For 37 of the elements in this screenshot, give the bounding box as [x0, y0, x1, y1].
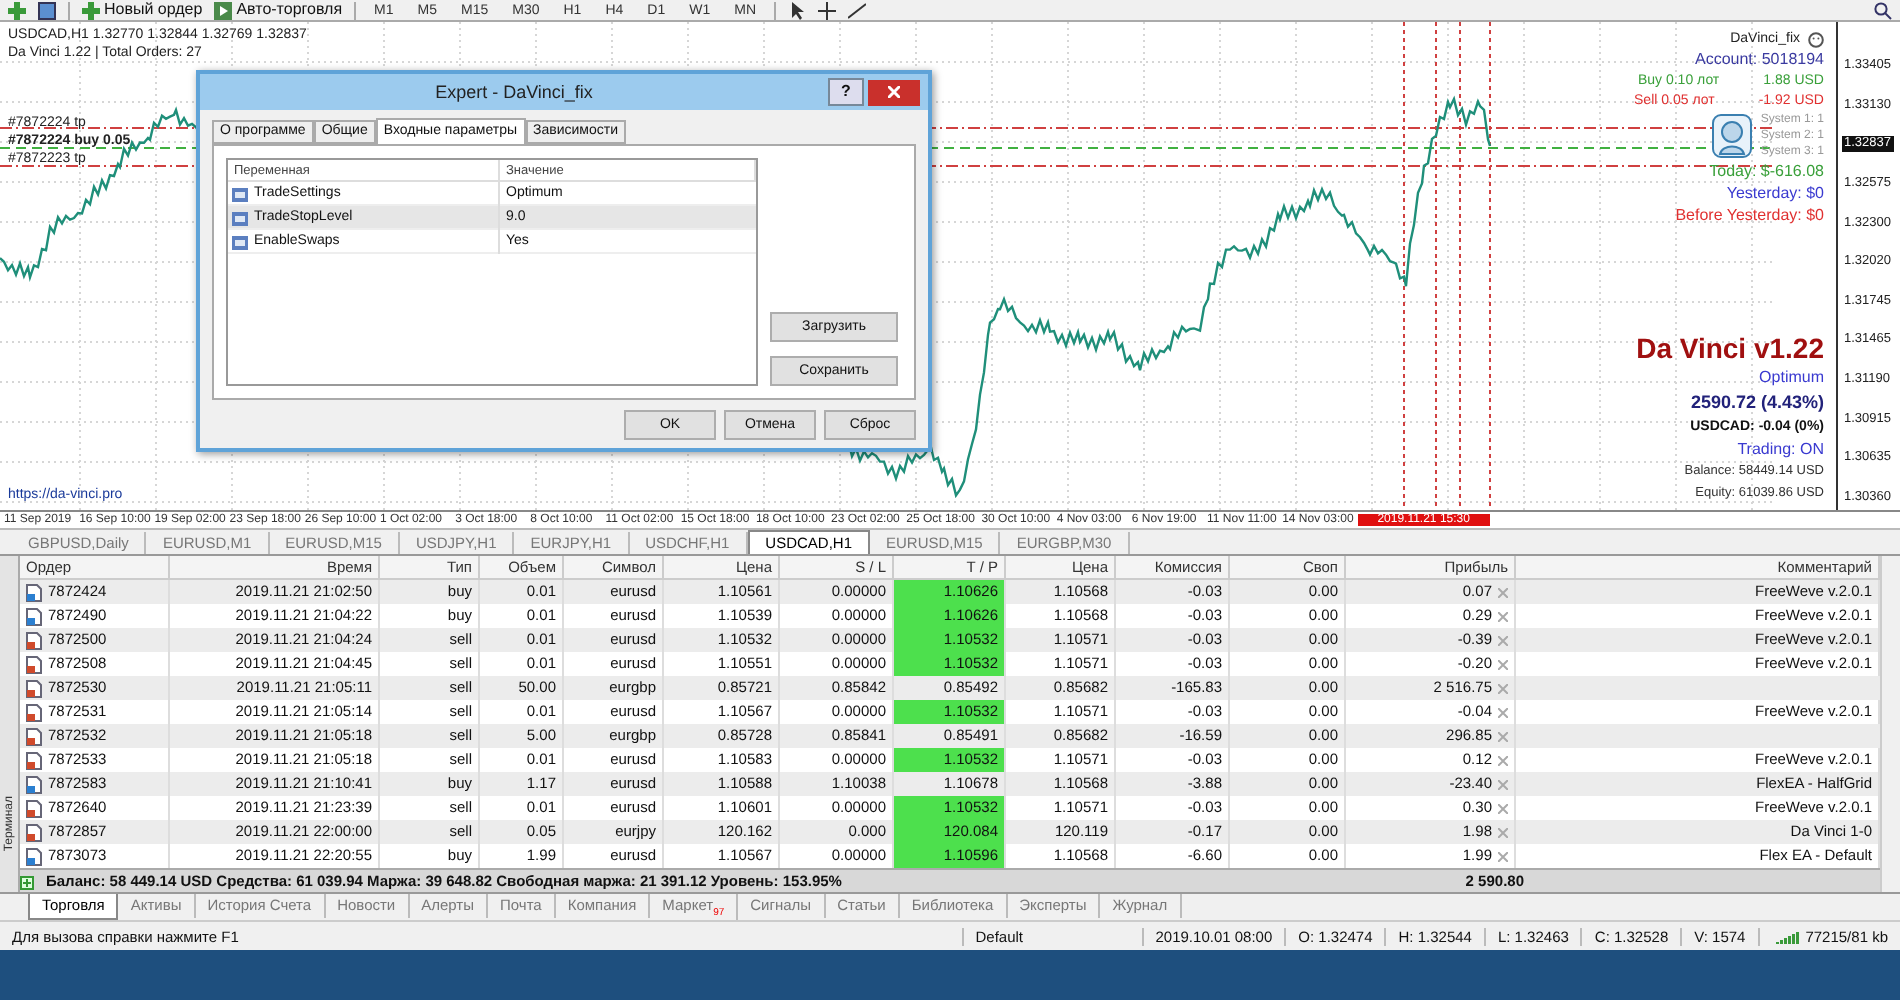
yesterday-profit: Yesterday: $0 [1726, 184, 1824, 204]
smiley-icon [1808, 31, 1824, 47]
close-icon [888, 86, 900, 98]
dialog-title: Expert - DaVinci_fix [433, 82, 595, 102]
before-yesterday-profit: Before Yesterday: $0 [1675, 206, 1824, 226]
close-icon[interactable] [1498, 707, 1508, 717]
close-icon[interactable] [1498, 659, 1508, 669]
close-icon[interactable] [1498, 851, 1508, 861]
trading-status: Trading: ON [1737, 440, 1824, 460]
close-icon[interactable] [1498, 731, 1508, 741]
close-button[interactable] [868, 79, 920, 105]
close-icon[interactable] [1498, 755, 1508, 765]
expert-title: Da Vinci v1.22 [1636, 332, 1824, 364]
portrait-logo-icon [1712, 114, 1753, 158]
crosshair-icon [818, 1, 836, 19]
toolbar-button[interactable]: Авто-торговля [214, 0, 343, 20]
help-button[interactable]: ? [828, 78, 864, 106]
close-icon[interactable] [1498, 587, 1508, 597]
scrollbar[interactable] [1880, 556, 1900, 892]
close-icon[interactable] [1498, 635, 1508, 645]
save-icon [38, 1, 56, 19]
search-icon [1874, 1, 1892, 19]
plus-icon [82, 1, 100, 19]
cursor-icon [788, 1, 806, 19]
today-profit: Today: $-616.08 [1709, 162, 1824, 182]
close-icon[interactable] [1498, 803, 1508, 813]
line-icon [848, 1, 866, 19]
plus-icon [8, 1, 26, 19]
close-icon[interactable] [1498, 611, 1508, 621]
plus-icon [20, 875, 34, 889]
close-icon[interactable] [1498, 779, 1508, 789]
toolbar-button[interactable]: Новый ордер [82, 0, 203, 20]
trade-mode: Optimum [1759, 368, 1824, 388]
total-result: 2590.72 (4.43%) [1690, 392, 1824, 414]
close-icon[interactable] [1498, 683, 1508, 693]
account-number: Account: 5018194 [1695, 50, 1824, 70]
close-icon[interactable] [1498, 827, 1508, 837]
